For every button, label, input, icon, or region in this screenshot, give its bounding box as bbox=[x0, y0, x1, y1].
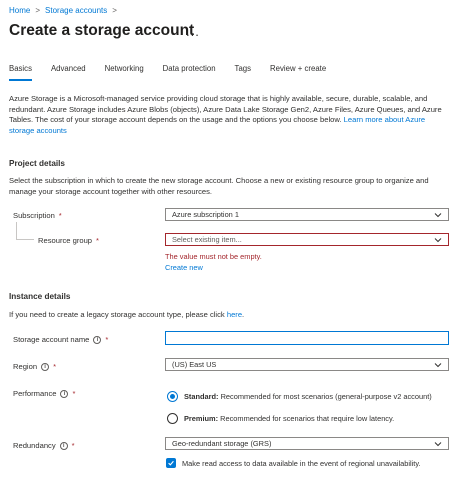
region-value: (US) East US bbox=[172, 360, 217, 369]
breadcrumb-home-link[interactable]: Home bbox=[9, 6, 30, 15]
chevron-right-icon: > bbox=[35, 6, 41, 15]
checkmark-icon bbox=[168, 460, 174, 466]
standard-bold: Standard: bbox=[184, 392, 219, 401]
radio-premium[interactable] bbox=[167, 413, 178, 424]
subscription-label-text: Subscription bbox=[13, 211, 55, 220]
chevron-down-icon bbox=[434, 212, 442, 217]
tab-data-protection[interactable]: Data protection bbox=[163, 64, 216, 81]
subscription-dropdown[interactable]: Azure subscription 1 bbox=[165, 208, 449, 221]
more-options-button[interactable]: ... bbox=[186, 24, 200, 39]
standard-label: Standard: Recommended for most scenarios… bbox=[184, 392, 432, 401]
radio-standard[interactable] bbox=[167, 391, 178, 402]
required-asterisk: * bbox=[53, 362, 57, 371]
region-dropdown[interactable]: (US) East US bbox=[165, 358, 449, 371]
performance-label: Performance i * bbox=[13, 389, 75, 398]
project-details-description: Select the subscription in which to crea… bbox=[9, 176, 429, 196]
storage-account-name-label-text: Storage account name bbox=[13, 335, 90, 344]
performance-premium-option[interactable]: Premium: Recommended for scenarios that … bbox=[167, 413, 394, 424]
read-access-checkbox[interactable] bbox=[166, 458, 176, 468]
redundancy-value: Geo-redundant storage (GRS) bbox=[172, 439, 272, 448]
required-asterisk: * bbox=[58, 211, 62, 220]
legacy-here-link[interactable]: here bbox=[227, 310, 242, 319]
info-icon[interactable]: i bbox=[41, 362, 50, 371]
performance-label-text: Performance bbox=[13, 389, 57, 398]
chevron-down-icon bbox=[434, 362, 442, 367]
breadcrumb-storage-accounts-link[interactable]: Storage accounts bbox=[45, 6, 107, 15]
project-details-heading: Project details bbox=[9, 159, 65, 168]
legacy-text: If you need to create a legacy storage a… bbox=[9, 310, 225, 319]
region-label-text: Region bbox=[13, 362, 38, 371]
read-access-option[interactable]: Make read access to data available in th… bbox=[166, 458, 421, 468]
redundancy-dropdown[interactable]: Geo-redundant storage (GRS) bbox=[165, 437, 449, 450]
legacy-text-end: . bbox=[242, 310, 245, 319]
tab-review-create[interactable]: Review + create bbox=[270, 64, 326, 81]
info-icon[interactable]: i bbox=[60, 389, 69, 398]
redundancy-label-text: Redundancy bbox=[13, 441, 56, 450]
tab-bar: Basics Advanced Networking Data protecti… bbox=[9, 64, 345, 81]
tree-connector bbox=[16, 222, 34, 240]
performance-standard-option[interactable]: Standard: Recommended for most scenarios… bbox=[167, 391, 432, 402]
page-title: Create a storage account bbox=[9, 22, 195, 39]
chevron-down-icon bbox=[434, 237, 442, 242]
required-asterisk: * bbox=[71, 441, 75, 450]
resource-group-error: The value must not be empty. bbox=[165, 252, 262, 261]
resource-group-dropdown[interactable]: Select existing item... bbox=[165, 233, 449, 246]
storage-account-name-input[interactable] bbox=[165, 331, 449, 345]
required-asterisk: * bbox=[105, 335, 109, 344]
chevron-down-icon bbox=[434, 441, 442, 446]
tab-basics[interactable]: Basics bbox=[9, 64, 32, 81]
subscription-value: Azure subscription 1 bbox=[172, 210, 239, 219]
instance-details-heading: Instance details bbox=[9, 292, 71, 301]
tab-tags[interactable]: Tags bbox=[235, 64, 251, 81]
required-asterisk: * bbox=[72, 389, 76, 398]
info-icon[interactable]: i bbox=[59, 441, 68, 450]
tab-networking[interactable]: Networking bbox=[105, 64, 144, 81]
subscription-label: Subscription * bbox=[13, 211, 62, 220]
premium-text: Recommended for scenarios that require l… bbox=[220, 414, 395, 423]
premium-bold: Premium: bbox=[184, 414, 219, 423]
premium-label: Premium: Recommended for scenarios that … bbox=[184, 414, 394, 423]
required-asterisk: * bbox=[96, 236, 100, 245]
create-new-link[interactable]: Create new bbox=[165, 263, 203, 272]
read-access-label: Make read access to data available in th… bbox=[182, 458, 421, 468]
resource-group-label: Resource group * bbox=[38, 236, 99, 245]
tab-advanced[interactable]: Advanced bbox=[51, 64, 86, 81]
chevron-right-icon: > bbox=[112, 6, 117, 15]
resource-group-label-text: Resource group bbox=[38, 236, 93, 245]
intro-text: Azure Storage is a Microsoft-managed ser… bbox=[9, 94, 451, 136]
breadcrumb: Home > Storage accounts > bbox=[9, 6, 117, 15]
standard-text: Recommended for most scenarios (general-… bbox=[220, 392, 432, 401]
storage-account-name-label: Storage account name i * bbox=[13, 335, 108, 344]
region-label: Region i * bbox=[13, 362, 56, 371]
instance-details-description: If you need to create a legacy storage a… bbox=[9, 310, 454, 321]
redundancy-label: Redundancy i * bbox=[13, 441, 75, 450]
info-icon[interactable]: i bbox=[93, 335, 102, 344]
resource-group-placeholder: Select existing item... bbox=[172, 235, 242, 244]
